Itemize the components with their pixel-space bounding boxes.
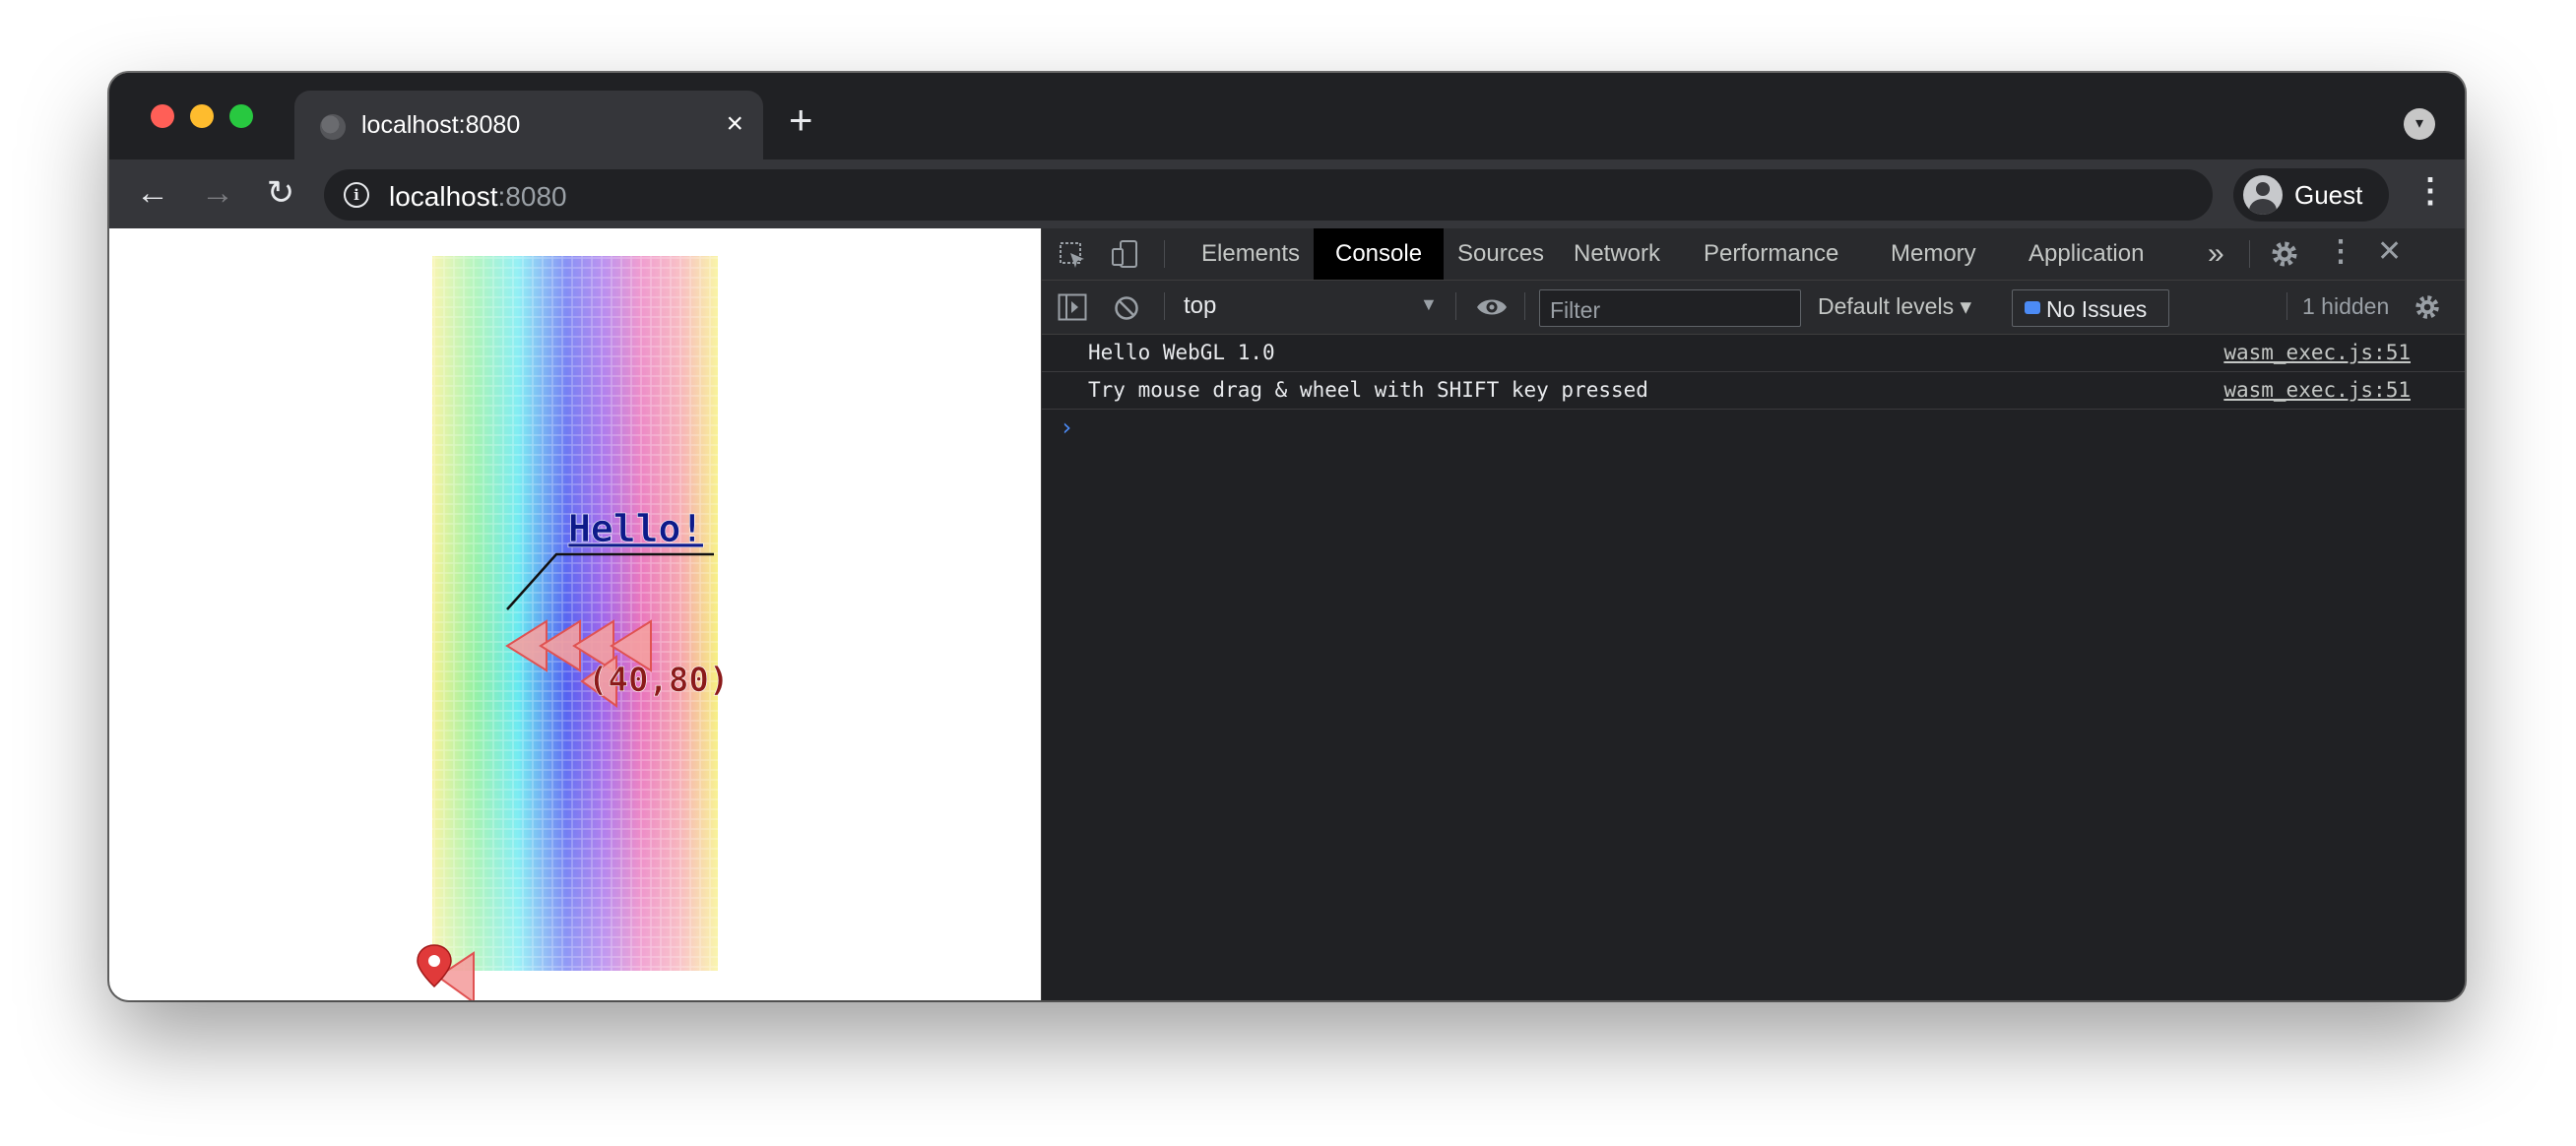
log-levels-dropdown[interactable]: Default levels ▾ <box>1818 293 1971 320</box>
browser-tab[interactable]: localhost:8080 × <box>294 91 763 159</box>
devtools-menu-icon[interactable]: ⋮ <box>2326 234 2355 269</box>
info-icon[interactable]: i <box>344 182 369 208</box>
message-icon <box>2025 301 2040 314</box>
filter-placeholder: Filter <box>1550 297 1601 323</box>
webgl-canvas[interactable]: Hello! (40,80) <box>109 228 1041 1000</box>
browser-toolbar: ← → ↻ i localhost:8080 Guest ⋮ <box>109 159 2465 228</box>
console-message-source-link[interactable]: wasm_exec.js:51 <box>2223 378 2411 402</box>
sidebar-toggle-icon[interactable] <box>1058 293 1087 321</box>
console-prompt[interactable]: › <box>1060 414 1073 441</box>
settings-gear-icon[interactable] <box>2269 238 2300 270</box>
tab-elements[interactable]: Elements <box>1180 228 1321 280</box>
tab-performance[interactable]: Performance <box>1682 228 1860 280</box>
globe-icon <box>320 114 346 140</box>
close-window-button[interactable] <box>151 104 174 128</box>
devtools-panel: Elements Console Sources Network Perform… <box>1041 228 2465 1000</box>
web-page: Hello! (40,80) <box>109 228 1041 1000</box>
tab-console[interactable]: Console <box>1314 228 1445 280</box>
browser-content: Hello! (40,80) Elements Console Sources … <box>109 228 2465 1000</box>
address-bar[interactable]: i localhost:8080 <box>324 169 2213 221</box>
profile-label: Guest <box>2294 180 2363 210</box>
close-devtools-icon[interactable]: ✕ <box>2377 234 2402 269</box>
console-message-source-link[interactable]: wasm_exec.js:51 <box>2223 341 2411 364</box>
console-settings-gear-icon[interactable] <box>2413 292 2442 322</box>
browser-window: localhost:8080 × + ▾ ← → ↻ i localhost:8… <box>109 73 2465 1000</box>
tab-network[interactable]: Network <box>1552 228 1682 280</box>
browser-menu-icon[interactable]: ⋮ <box>2414 171 2447 211</box>
hello-label: Hello! <box>568 507 703 550</box>
console-message: Try mouse drag & wheel with SHIFT key pr… <box>1042 372 2465 410</box>
console-output: Hello WebGL 1.0 wasm_exec.js:51 Try mous… <box>1042 335 2465 441</box>
close-tab-icon[interactable]: × <box>726 106 743 142</box>
device-toolbar-icon[interactable] <box>1109 238 1140 270</box>
back-button[interactable]: ← <box>133 173 172 213</box>
console-message-text: Hello WebGL 1.0 <box>1088 341 1275 364</box>
grid-overlay <box>432 256 718 971</box>
minimize-window-button[interactable] <box>190 104 214 128</box>
console-filter-input[interactable]: Filter <box>1539 289 1801 327</box>
new-tab-button[interactable]: + <box>789 99 813 141</box>
reload-button[interactable]: ↻ <box>261 173 300 213</box>
clear-console-icon[interactable] <box>1113 294 1140 322</box>
tab-title: localhost:8080 <box>361 111 521 139</box>
hidden-messages-count: 1 hidden <box>2302 293 2390 319</box>
tab-memory[interactable]: Memory <box>1869 228 1998 280</box>
console-message: Hello WebGL 1.0 wasm_exec.js:51 <box>1042 335 2465 372</box>
context-selector[interactable]: top <box>1184 292 1216 320</box>
url-host: localhost <box>389 181 498 212</box>
avatar-icon <box>2243 175 2283 215</box>
divider <box>1455 292 1456 320</box>
devtools-tabbar: Elements Console Sources Network Perform… <box>1042 228 2465 281</box>
profile-button[interactable]: Guest <box>2233 168 2389 222</box>
divider <box>2249 240 2250 268</box>
divider <box>1164 240 1165 268</box>
more-tabs-icon[interactable]: » <box>2186 228 2246 280</box>
issues-button[interactable]: No Issues <box>2012 289 2169 327</box>
tab-search-icon[interactable]: ▾ <box>2404 108 2435 140</box>
tab-strip: localhost:8080 × + ▾ <box>109 73 2465 159</box>
coordinate-label: (40,80) <box>588 661 729 700</box>
divider <box>1524 292 1525 320</box>
divider <box>2286 292 2287 320</box>
url-port: :8080 <box>497 181 567 212</box>
maximize-window-button[interactable] <box>229 104 253 128</box>
console-toolbar: top ▼ Filter Default levels ▾ No Issues <box>1042 281 2465 335</box>
console-message-text: Try mouse drag & wheel with SHIFT key pr… <box>1088 378 1648 402</box>
live-expression-eye-icon[interactable] <box>1475 294 1509 320</box>
tab-sources[interactable]: Sources <box>1436 228 1566 280</box>
url-text[interactable]: localhost:8080 <box>389 181 567 213</box>
issues-label: No Issues <box>2046 296 2148 322</box>
divider <box>1164 292 1165 320</box>
context-dropdown-icon[interactable]: ▼ <box>1420 294 1438 315</box>
forward-button[interactable]: → <box>198 173 237 213</box>
inspect-element-icon[interactable] <box>1058 240 1087 270</box>
tab-application[interactable]: Application <box>2007 228 2165 280</box>
